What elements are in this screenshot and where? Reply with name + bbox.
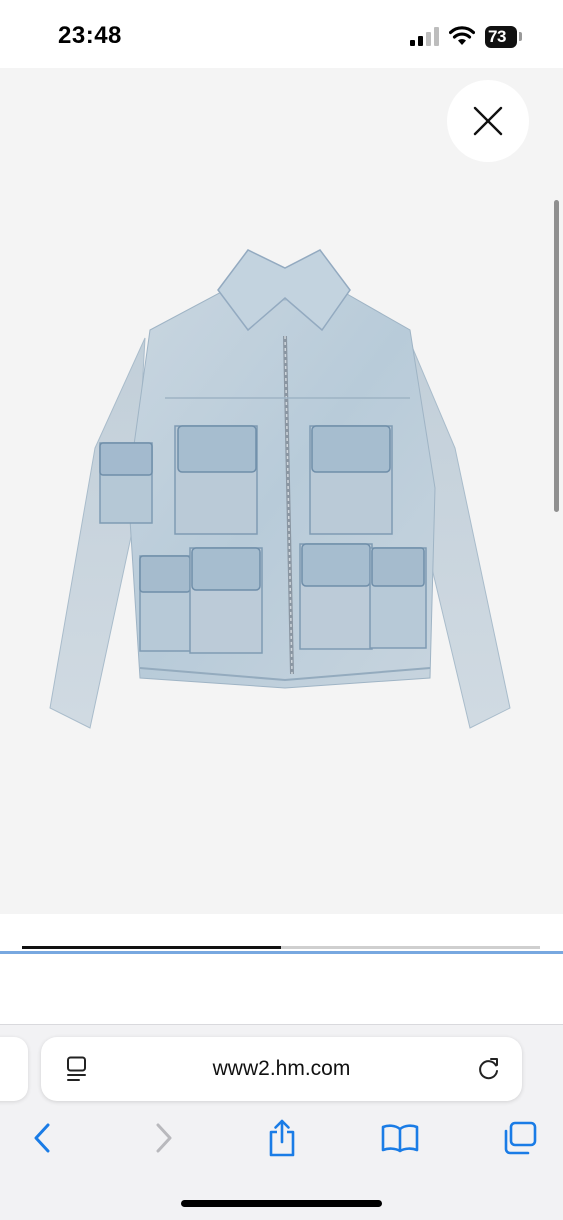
share-icon — [269, 1119, 295, 1157]
page-load-progress — [0, 951, 563, 954]
bookmarks-icon — [381, 1124, 419, 1153]
battery-cap — [519, 32, 522, 41]
status-bar: 23:48 73 — [0, 0, 563, 68]
home-indicator[interactable] — [181, 1200, 382, 1207]
url-text[interactable]: www2.hm.com — [41, 1057, 522, 1081]
bookmarks-button[interactable] — [378, 1116, 422, 1160]
previous-tab-preview[interactable] — [0, 1037, 28, 1101]
image-position-indicator — [22, 946, 540, 949]
forward-button[interactable] — [144, 1116, 184, 1160]
back-icon — [34, 1123, 50, 1153]
close-button[interactable] — [447, 80, 529, 162]
image-position-fill — [22, 946, 281, 949]
tabs-icon — [504, 1121, 537, 1155]
product-image-gallery[interactable] — [0, 68, 563, 914]
status-time: 23:48 — [58, 22, 122, 49]
reload-icon[interactable] — [477, 1056, 501, 1082]
share-button[interactable] — [262, 1116, 302, 1160]
address-bar[interactable]: www2.hm.com — [41, 1037, 522, 1101]
close-icon — [473, 106, 503, 136]
battery-icon: 73 — [485, 26, 517, 48]
signal-icon — [410, 27, 439, 46]
battery-level: 73 — [488, 27, 506, 46]
tabs-button[interactable] — [500, 1116, 540, 1160]
denim-jacket-image[interactable] — [0, 68, 563, 914]
wifi-icon — [449, 26, 475, 45]
back-button[interactable] — [22, 1116, 62, 1160]
forward-icon — [156, 1123, 172, 1153]
gallery-scrollbar[interactable] — [554, 200, 559, 512]
